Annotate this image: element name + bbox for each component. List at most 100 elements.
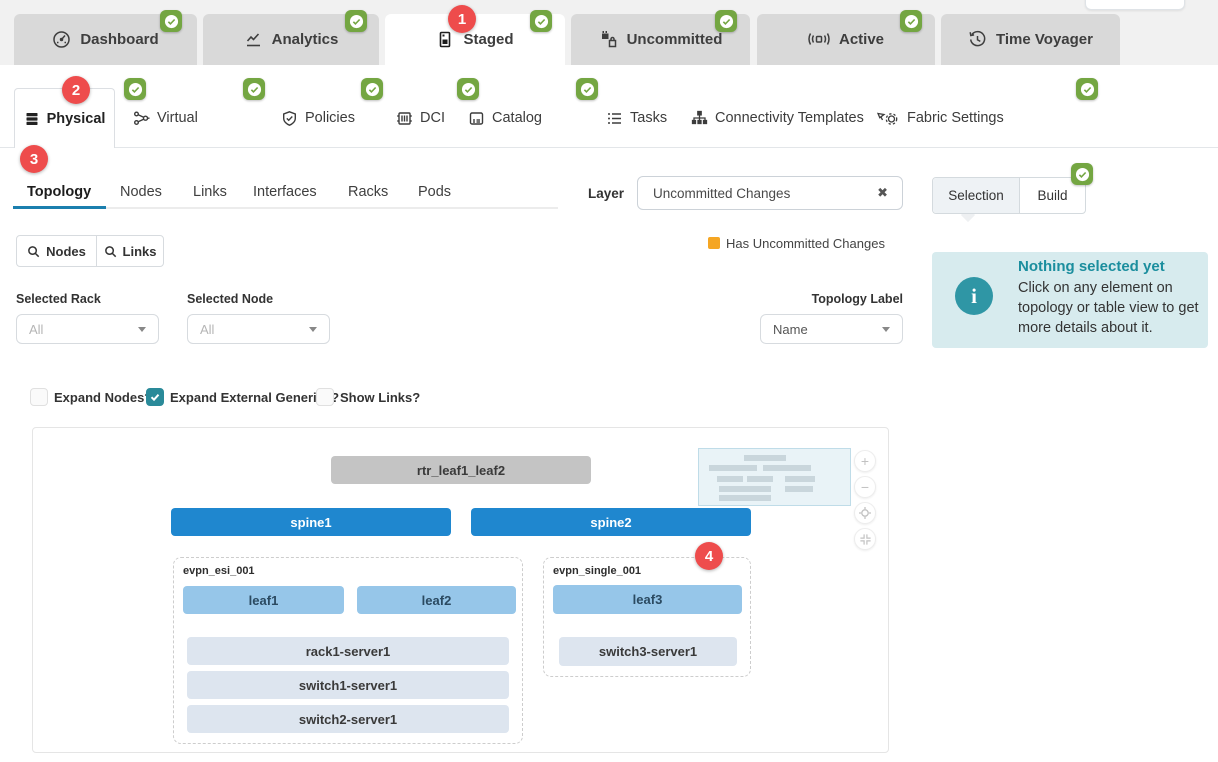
- tab-topology[interactable]: Topology: [27, 184, 91, 200]
- tab-label: DCI: [420, 110, 445, 126]
- node-rack1-server1[interactable]: rack1-server1: [187, 637, 509, 665]
- node-leaf1[interactable]: leaf1: [183, 586, 344, 614]
- tab-links[interactable]: Links: [193, 184, 227, 200]
- uncommitted-legend-swatch: [708, 237, 720, 249]
- tab-label: Fabric Settings: [907, 110, 1004, 126]
- expand-nodes-checkbox[interactable]: [30, 388, 48, 406]
- tab-catalog[interactable]: Catalog: [468, 104, 542, 132]
- topology-minimap[interactable]: [698, 448, 851, 506]
- zoom-in-button[interactable]: +: [854, 450, 876, 472]
- tab-label: Nodes: [120, 184, 162, 200]
- tab-racks[interactable]: Racks: [348, 184, 388, 200]
- node-switch3-server1[interactable]: switch3-server1: [559, 637, 737, 666]
- tab-label: Uncommitted: [627, 31, 723, 48]
- minimap-bar: [785, 476, 815, 482]
- tab-interfaces[interactable]: Interfaces: [253, 184, 317, 200]
- tab-fabric-settings[interactable]: Fabric Settings: [876, 104, 1004, 132]
- tab-label: Time Voyager: [996, 31, 1093, 48]
- check-badge-staged: [530, 10, 552, 32]
- nodes-search-button[interactable]: Nodes: [17, 236, 97, 266]
- broadcast-icon: [808, 30, 830, 49]
- node-switch2-server1[interactable]: switch2-server1: [187, 705, 509, 733]
- tab-pods[interactable]: Pods: [418, 184, 451, 200]
- links-search-button[interactable]: Links: [97, 236, 163, 266]
- chart-icon: [244, 30, 263, 49]
- node-switch1-server1[interactable]: switch1-server1: [187, 671, 509, 699]
- tab-policies[interactable]: Policies: [281, 104, 355, 132]
- rack-group-evpn-single-001[interactable]: evpn_single_001 leaf3 switch3-server1: [543, 557, 751, 677]
- tab-label: Connectivity Templates: [715, 110, 864, 126]
- tab-label: Build: [1037, 188, 1067, 203]
- minimap-bar: [719, 495, 771, 501]
- callout-3: 3: [20, 145, 48, 173]
- check-icon: [580, 82, 595, 97]
- node-spine1[interactable]: spine1: [171, 508, 451, 536]
- check-icon: [128, 82, 143, 97]
- node-label: leaf3: [633, 592, 663, 607]
- info-icon: i: [955, 277, 993, 315]
- node-rtr-leaf1-leaf2[interactable]: rtr_leaf1_leaf2: [331, 456, 591, 484]
- check-badge-analytics: [345, 10, 367, 32]
- layer-select[interactable]: Uncommitted Changes ✖: [637, 176, 903, 210]
- selected-rack-select[interactable]: All: [16, 314, 159, 344]
- node-label: spine1: [290, 515, 331, 530]
- tab-virtual[interactable]: Virtual: [133, 104, 198, 132]
- layer-select-value: Uncommitted Changes: [638, 186, 877, 201]
- tab-label: Tasks: [630, 110, 667, 126]
- gauge-icon: [52, 30, 71, 49]
- check-icon: [904, 14, 919, 29]
- topology-canvas[interactable]: rtr_leaf1_leaf2 spine1 spine2 + − evpn_e…: [32, 427, 889, 753]
- chevron-down-icon: [138, 327, 146, 332]
- zoom-out-button[interactable]: −: [854, 476, 876, 498]
- tab-label: Physical: [47, 111, 106, 127]
- tab-dci[interactable]: DCI: [396, 104, 445, 132]
- cubes-icon: [599, 30, 618, 49]
- check-badge-policies: [361, 78, 383, 100]
- clear-icon[interactable]: ✖: [877, 185, 902, 201]
- info-icon-glyph: i: [971, 284, 977, 309]
- cutoff-control[interactable]: [1085, 0, 1185, 10]
- check-icon: [349, 14, 364, 29]
- callout-number: 3: [30, 151, 38, 168]
- selected-node-value: All: [188, 322, 309, 337]
- tab-connectivity-templates[interactable]: Connectivity Templates: [691, 104, 864, 132]
- topology-label-value: Name: [761, 322, 882, 337]
- tab-label: Active: [839, 31, 884, 48]
- selected-node-select[interactable]: All: [187, 314, 330, 344]
- panel-tabs: Selection Build: [932, 177, 1086, 214]
- topology-label-select[interactable]: Name: [760, 314, 903, 344]
- tab-label: Selection: [948, 188, 1004, 203]
- check-icon: [164, 14, 179, 29]
- collapse-button[interactable]: [854, 528, 876, 550]
- chevron-down-icon: [882, 327, 890, 332]
- node-leaf3[interactable]: leaf3: [553, 585, 742, 614]
- shield-check-icon: [281, 110, 298, 127]
- node-label: switch1-server1: [299, 678, 397, 693]
- tab-selection[interactable]: Selection: [933, 178, 1020, 213]
- zoom-fit-button[interactable]: [854, 502, 876, 524]
- node-leaf2[interactable]: leaf2: [357, 586, 516, 614]
- node-label: rack1-server1: [306, 644, 391, 659]
- tab-nodes[interactable]: Nodes: [120, 184, 162, 200]
- rack-group-evpn-esi-001[interactable]: evpn_esi_001 leaf1 leaf2 rack1-server1 s…: [173, 557, 523, 744]
- check-badge-uncommitted: [715, 10, 737, 32]
- show-links-label: Show Links?: [340, 390, 420, 405]
- node-spine2[interactable]: spine2: [471, 508, 751, 536]
- tab-label: Pods: [418, 184, 451, 200]
- check-icon: [365, 82, 380, 97]
- check-badge-physical: [124, 78, 146, 100]
- button-label: Nodes: [46, 244, 86, 259]
- tab-tasks[interactable]: Tasks: [606, 104, 667, 132]
- tab-label: Catalog: [492, 110, 542, 126]
- callout-number: 4: [705, 548, 713, 565]
- uncommitted-legend-label: Has Uncommitted Changes: [726, 236, 885, 251]
- layer-label: Layer: [588, 186, 624, 201]
- rack-group-label: evpn_esi_001: [183, 565, 255, 577]
- show-links-checkbox[interactable]: [316, 388, 334, 406]
- tab-label: Links: [193, 184, 227, 200]
- tab-label: Dashboard: [80, 31, 158, 48]
- catalog-icon: [468, 110, 485, 127]
- expand-external-generics-checkbox[interactable]: [146, 388, 164, 406]
- tab-time-voyager[interactable]: Time Voyager: [941, 14, 1120, 65]
- callout-number: 1: [458, 11, 466, 28]
